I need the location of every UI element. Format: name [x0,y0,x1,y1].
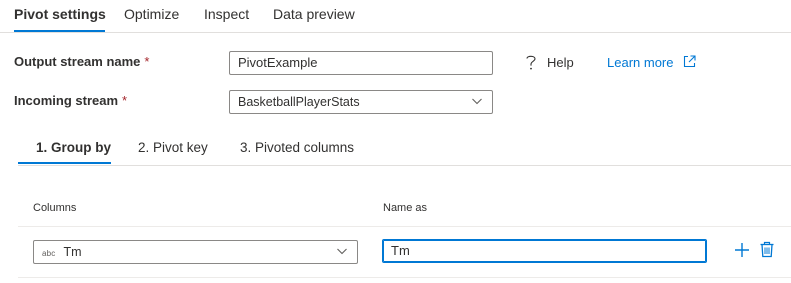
incoming-stream-value: BasketballPlayerStats [238,95,360,109]
tab-inspect[interactable]: Inspect [204,6,249,22]
tab-group-by[interactable]: 1. Group by [36,140,111,155]
tab-optimize[interactable]: Optimize [124,6,179,22]
name-as-input[interactable]: Tm [382,239,707,263]
pivot-steps-tab-bar: 1. Group by 2. Pivot key 3. Pivoted colu… [18,133,791,166]
group-by-column-dropdown[interactable]: abc Tm [33,240,358,264]
external-link-icon[interactable] [683,55,696,68]
tab-pivot-key[interactable]: 2. Pivot key [138,140,208,155]
table-row-divider [18,277,791,278]
active-step-indicator [18,162,111,164]
required-mark: * [144,54,150,69]
table-header-divider [18,226,791,227]
columns-header: Columns [33,202,77,214]
active-tab-indicator [14,30,105,32]
output-stream-name-input[interactable]: PivotExample [229,51,493,75]
trash-icon[interactable] [759,241,775,258]
tab-data-preview[interactable]: Data preview [273,6,355,22]
tab-pivoted-columns[interactable]: 3. Pivoted columns [240,140,354,155]
output-stream-label: Output stream name * [14,54,149,69]
tab-pivot-settings[interactable]: Pivot settings [14,6,106,22]
learn-more-link[interactable]: Learn more [607,55,673,70]
question-icon[interactable] [524,53,538,71]
chevron-down-icon [337,248,347,255]
required-mark: * [122,93,128,108]
string-type-badge: abc [42,249,56,258]
help-label[interactable]: Help [547,55,574,70]
top-tab-bar: Pivot settings Optimize Inspect Data pre… [0,0,791,33]
chevron-down-icon [472,98,482,105]
incoming-stream-label-text: Incoming stream [14,93,119,108]
name-as-header: Name as [383,202,428,214]
incoming-stream-dropdown[interactable]: BasketballPlayerStats [229,90,493,114]
output-stream-label-text: Output stream name [14,54,141,69]
plus-icon[interactable] [734,242,750,258]
group-by-column-value: Tm [63,245,82,259]
incoming-stream-label: Incoming stream * [14,93,127,108]
